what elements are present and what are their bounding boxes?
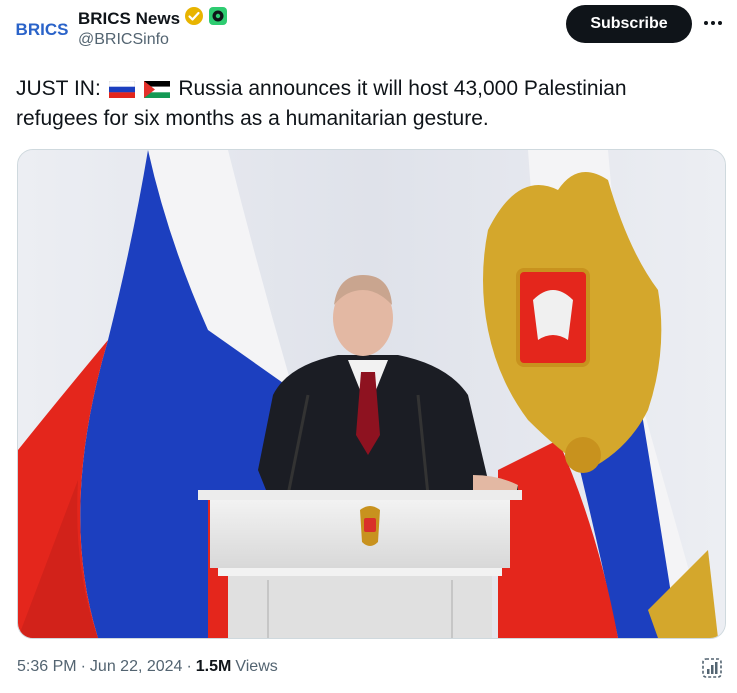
russia-flag-icon bbox=[108, 77, 135, 99]
post-date[interactable]: Jun 22, 2024 bbox=[90, 658, 183, 676]
post-header: BRICS BRICS News @BRICSinfo Subscribe bbox=[0, 0, 737, 64]
post-prefix: JUST IN: bbox=[16, 77, 101, 100]
views-count: 1.5M bbox=[195, 658, 232, 675]
subscribe-button[interactable]: Subscribe bbox=[566, 5, 692, 43]
author-name-row: BRICS News bbox=[78, 6, 228, 31]
more-horizontal-icon[interactable] bbox=[700, 10, 726, 36]
analytics-icon[interactable] bbox=[700, 656, 726, 682]
post-text-line-1-rest: Russia announces it will host 43,000 Pal… bbox=[178, 77, 627, 100]
author-handle[interactable]: @BRICSinfo bbox=[78, 31, 169, 49]
post-text-line-1: JUST IN: Russia announces it will host 4… bbox=[16, 74, 716, 104]
post-meta: 5:36 PM · Jun 22, 2024 · 1.5M Views bbox=[17, 658, 278, 676]
views-label: Views bbox=[235, 658, 278, 675]
post-text: JUST IN: Russia announces it will host 4… bbox=[16, 74, 716, 134]
affiliate-badge-icon[interactable] bbox=[208, 6, 228, 31]
avatar[interactable]: BRICS bbox=[16, 14, 68, 42]
post-text-line-2: refugees for six months as a humanitaria… bbox=[16, 107, 489, 130]
post-time[interactable]: 5:36 PM bbox=[17, 658, 77, 676]
podium bbox=[198, 490, 522, 638]
meta-separator: · bbox=[186, 658, 192, 675]
avatar-logo-text: BRICS bbox=[16, 20, 68, 39]
palestine-flag-icon bbox=[144, 77, 171, 98]
post-media-photo[interactable] bbox=[17, 149, 726, 639]
meta-separator: · bbox=[80, 658, 86, 675]
display-name[interactable]: BRICS News bbox=[78, 9, 180, 29]
verified-badge-icon bbox=[184, 6, 204, 31]
